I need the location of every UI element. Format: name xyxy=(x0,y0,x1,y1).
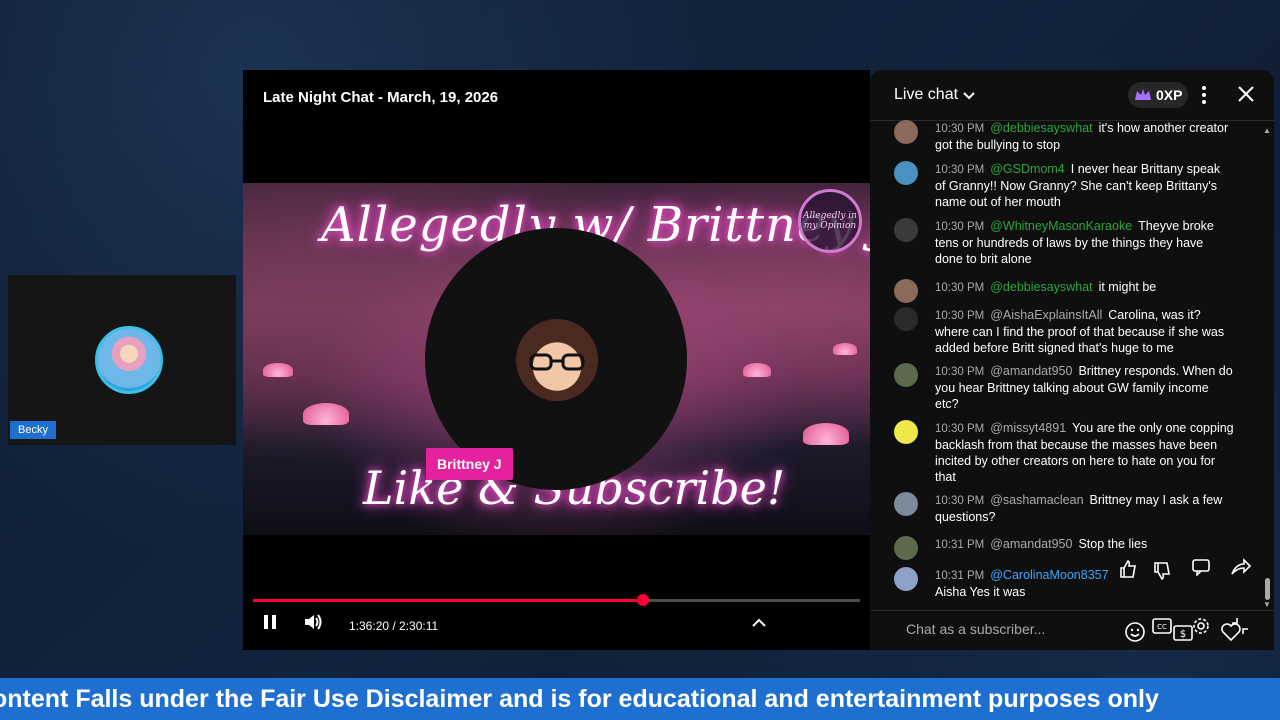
chat-message: 10:30 PM @sashamaclean Brittney may I ask … xyxy=(894,492,1234,525)
chat-message: 10:30 PM @WhitneyMasonKaraoke Theyve broke… xyxy=(894,218,1234,267)
pause-button[interactable] xyxy=(261,613,279,636)
chat-title[interactable]: Live chat xyxy=(894,86,958,104)
avatar xyxy=(894,420,918,444)
xp-label: 0XP xyxy=(1156,87,1183,103)
volume-button[interactable] xyxy=(303,613,323,636)
chat-input-bar: Chat as a subscriber... $ xyxy=(870,610,1274,650)
scroll-down-arrow[interactable]: ▼ xyxy=(1263,600,1271,609)
avatar xyxy=(894,161,918,185)
lotus-decoration xyxy=(263,363,293,377)
time-display: 1:36:20 / 2:30:11 xyxy=(349,619,439,633)
chat-message-list[interactable]: 10:30 PM @debbiesayswhat it's how another … xyxy=(870,120,1264,610)
chat-message: 10:30 PM @amandat950 Brittney responds. Wh… xyxy=(894,363,1234,412)
lotus-decoration xyxy=(743,363,771,377)
chat-message: 10:30 PM @debbiesayswhat it might be xyxy=(894,279,1234,303)
xp-badge[interactable]: 0XP xyxy=(1128,82,1189,108)
pause-icon xyxy=(264,615,276,629)
video-player[interactable]: Late Night Chat - March, 19, 2026 Allege… xyxy=(243,70,870,650)
captions-icon[interactable]: CC xyxy=(1152,618,1172,634)
thumbs-down-icon[interactable] xyxy=(1152,561,1172,581)
avatar xyxy=(894,279,918,303)
thumbs-up-icon[interactable] xyxy=(1118,559,1138,579)
avatar xyxy=(894,120,918,144)
exit-fullscreen-icon[interactable] xyxy=(1231,617,1249,635)
svg-text:CC: CC xyxy=(1157,623,1167,631)
progress-bar[interactable] xyxy=(253,594,860,606)
settings-gear-icon[interactable] xyxy=(1191,616,1211,636)
chat-message: 10:30 PM @debbiesayswhat it's how another … xyxy=(894,120,1234,153)
avatar xyxy=(894,567,918,591)
scroll-up-arrow[interactable]: ▲ xyxy=(1263,126,1271,135)
glasses-icon xyxy=(529,353,585,371)
progress-scrubber[interactable] xyxy=(636,594,649,606)
share-icon[interactable] xyxy=(1230,558,1252,576)
host-name-tag: Brittney J xyxy=(426,448,513,480)
avatar xyxy=(894,536,918,560)
video-title: Late Night Chat - March, 19, 2026 xyxy=(263,89,499,106)
chevron-up-icon xyxy=(752,618,766,627)
chat-header: Live chat 0XP xyxy=(870,70,1274,121)
chat-input[interactable]: Chat as a subscriber... xyxy=(906,621,1045,637)
avatar xyxy=(894,218,918,242)
chat-message: 10:30 PM @GSDmom4 I never hear Brittany sp… xyxy=(894,161,1234,210)
volume-icon xyxy=(305,614,322,630)
avatar xyxy=(894,492,918,516)
chat-message: 10:30 PM @missyt4891 You are the only one … xyxy=(894,420,1234,485)
chat-message: 10:31 PM @CarolinaMoon8357 Aisha Yes it wa… xyxy=(894,567,1234,600)
progress-fill xyxy=(253,599,643,602)
crown-icon xyxy=(1135,89,1151,100)
chat-message: 10:31 PM @amandat950 Stop the lies xyxy=(894,536,1234,560)
close-icon[interactable] xyxy=(1236,84,1256,104)
avatar xyxy=(894,307,918,331)
chevron-down-icon[interactable] xyxy=(962,89,976,103)
ticker-text: ontent Falls under the Fair Use Disclaim… xyxy=(0,685,1159,713)
guest-tile xyxy=(8,275,236,445)
chat-message: 10:30 PM @AishaExplainsItAll Carolina, was… xyxy=(894,307,1234,356)
expand-button[interactable] xyxy=(751,615,767,633)
scrollbar-thumb[interactable] xyxy=(1265,578,1270,600)
lotus-decoration xyxy=(833,343,857,355)
avatar xyxy=(894,363,918,387)
lotus-decoration xyxy=(803,423,849,445)
disclaimer-ticker: ontent Falls under the Fair Use Disclaim… xyxy=(0,678,1280,720)
guest-name-label: Becky xyxy=(10,421,56,439)
guest-avatar xyxy=(95,326,163,394)
comment-icon[interactable] xyxy=(1191,558,1211,576)
lotus-decoration xyxy=(303,403,349,425)
more-options-icon[interactable] xyxy=(1200,84,1208,106)
emoji-icon[interactable] xyxy=(1124,621,1146,643)
allegedly-seal-logo: Allegedly in my Opinion xyxy=(798,189,862,253)
svg-text:$: $ xyxy=(1180,629,1186,640)
live-chat-panel: Live chat 0XP 10:30 PM @debbiesayswhat it'… xyxy=(870,70,1274,650)
